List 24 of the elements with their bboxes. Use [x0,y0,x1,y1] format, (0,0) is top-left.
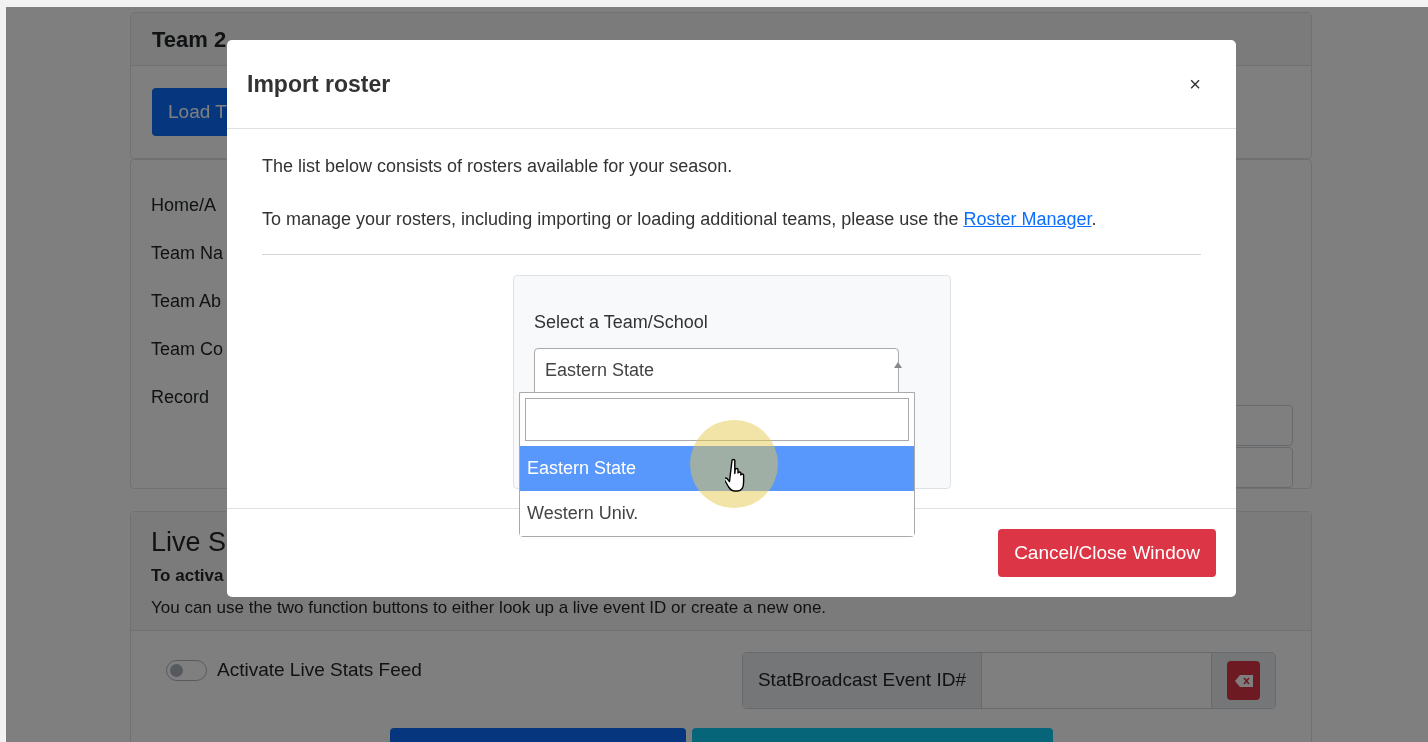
info-button[interactable] [692,728,1053,742]
field-label: Team Ab [151,290,223,313]
roster-manager-link[interactable]: Roster Manager [963,209,1092,229]
close-button[interactable]: × [1186,69,1204,99]
field-label: Team Na [151,242,224,265]
caret-icon [894,362,902,368]
field-label: Team Co [151,338,224,361]
select-label: Select a Team/School [534,311,709,334]
note-text: You can use the two function buttons to either look up a live event ID or create a new one. [151,597,827,619]
search-field[interactable] [525,398,909,441]
field-label: Record [151,386,211,409]
card-title: Live S [151,526,227,559]
dropdown-option[interactable]: Eastern State [520,446,914,491]
intro-text: The list below consists of rosters available for your season. [262,155,734,178]
primary-button[interactable] [390,728,686,742]
modal-title: Import roster [247,69,391,99]
note-text: To activa [151,565,224,587]
toggle-label: Activate Live Stats Feed [217,658,422,683]
card-title: Team 2 [152,25,227,54]
field-label: Home/A [151,194,218,217]
manage-text: To manage your rosters, including importing or loading additional teams, please use the Roster Manager. [262,208,1098,231]
team-select[interactable]: Eastern State [534,348,899,393]
toggle-switch[interactable] [166,660,207,681]
cancel-button[interactable]: Cancel/Close Window [998,529,1216,577]
